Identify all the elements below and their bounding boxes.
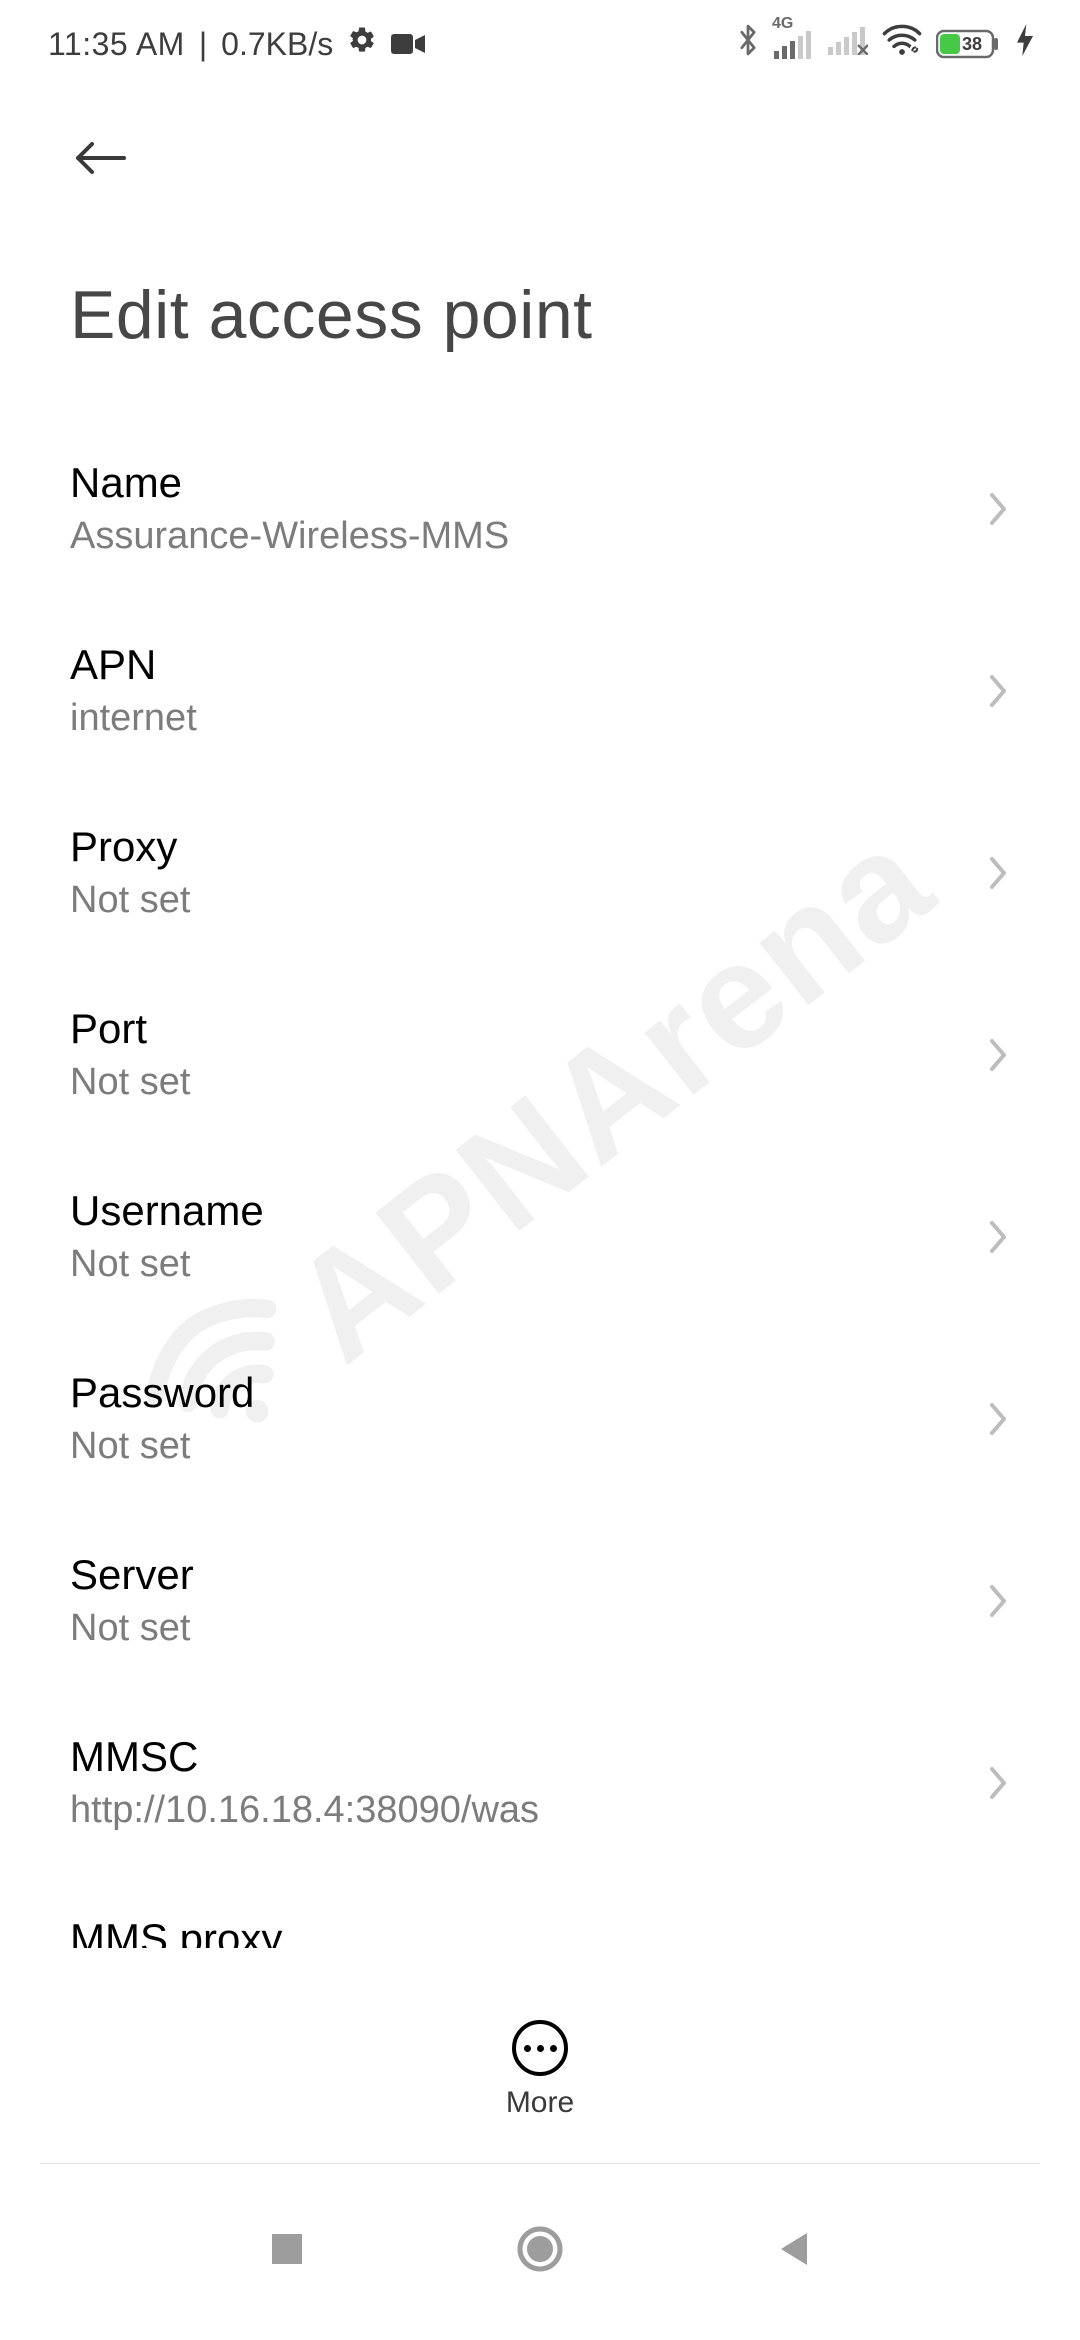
nav-home-button[interactable] [505,2216,575,2286]
gear-icon [347,25,377,63]
setting-row-mmsc[interactable]: MMSC http://10.16.18.4:38090/was [70,1692,1010,1874]
setting-value: Not set [70,1242,966,1288]
status-separator: | [199,26,207,63]
nav-back-button[interactable] [758,2216,828,2286]
setting-row-password[interactable]: Password Not set [70,1328,1010,1510]
status-net-speed: 0.7KB/s [221,26,333,63]
charging-icon [1016,24,1034,64]
circle-icon [516,2225,564,2278]
setting-value: Not set [70,1060,966,1106]
setting-label: Name [70,458,966,508]
settings-scroll-area[interactable]: Name Assurance-Wireless-MMS APN internet… [0,418,1080,1948]
setting-value: Assurance-Wireless-MMS [70,514,966,560]
setting-row-server[interactable]: Server Not set [70,1510,1010,1692]
svg-text:38: 38 [962,34,982,54]
triangle-left-icon [775,2229,811,2274]
chevron-right-icon [986,1035,1010,1075]
system-nav-bar [0,2196,1080,2306]
status-time: 11:35 AM [48,26,185,63]
setting-row-username[interactable]: Username Not set [70,1146,1010,1328]
chevron-right-icon [986,1399,1010,1439]
chevron-right-icon [986,1945,1010,1948]
setting-row-port[interactable]: Port Not set [70,964,1010,1146]
setting-value: Not set [70,878,966,924]
chevron-right-icon [986,1217,1010,1257]
chevron-right-icon [986,1581,1010,1621]
setting-label: Password [70,1368,966,1418]
setting-row-proxy[interactable]: Proxy Not set [70,782,1010,964]
setting-value: Not set [70,1606,966,1652]
nav-recent-button[interactable] [252,2216,322,2286]
setting-label: MMSC [70,1732,966,1782]
setting-label: Server [70,1550,966,1600]
page-title: Edit access point [0,190,1080,418]
video-icon [391,32,425,56]
status-bar: 11:35 AM | 0.7KB/s 4G 38 [0,0,1080,72]
setting-value: http://10.16.18.4:38090/was [70,1788,966,1834]
square-icon [269,2231,305,2272]
setting-value: Not set [70,1424,966,1470]
bluetooth-icon [736,23,760,65]
setting-label: Proxy [70,822,966,872]
setting-label: Username [70,1186,966,1236]
signal-1-icon: 4G [774,29,814,59]
setting-label: Port [70,1004,966,1054]
nav-divider [40,2163,1040,2164]
setting-row-name[interactable]: Name Assurance-Wireless-MMS [70,418,1010,600]
setting-label: APN [70,640,966,690]
setting-row-mms-proxy[interactable]: MMS proxy 10.16.18.77 [70,1874,1010,1948]
setting-value: internet [70,696,966,742]
chevron-right-icon [986,671,1010,711]
signal-2-icon [828,25,868,63]
more-button[interactable]: More [0,2020,1080,2120]
more-icon [512,2020,568,2076]
wifi-status-icon [882,24,922,64]
chevron-right-icon [986,489,1010,529]
settings-list: Name Assurance-Wireless-MMS APN internet… [0,418,1080,1948]
back-button[interactable] [70,130,130,190]
setting-row-apn[interactable]: APN internet [70,600,1010,782]
battery-icon: 38 [936,28,1002,60]
chevron-right-icon [986,1763,1010,1803]
chevron-right-icon [986,853,1010,893]
more-label: More [506,2086,574,2120]
setting-label: MMS proxy [70,1914,966,1948]
arrow-left-icon [72,138,128,183]
